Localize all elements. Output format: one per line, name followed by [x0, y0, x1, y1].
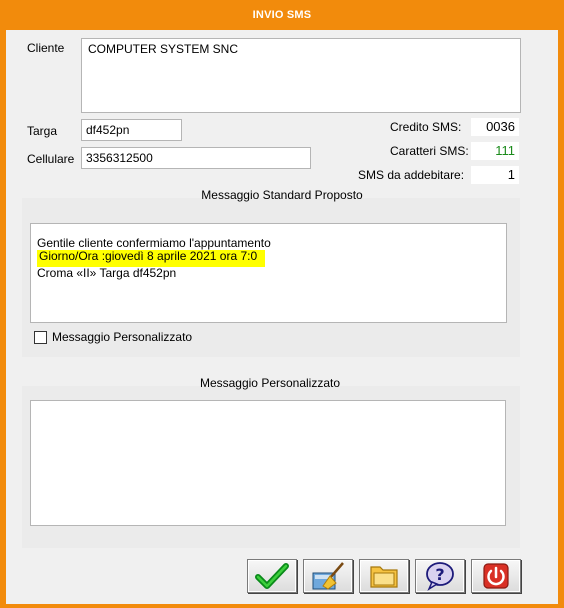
- cellulare-label: Cellulare: [27, 152, 75, 166]
- targa-field[interactable]: df452pn: [81, 119, 182, 141]
- help-button[interactable]: ?: [415, 559, 465, 593]
- addebitare-value: 1: [471, 166, 519, 184]
- targa-value: df452pn: [86, 123, 130, 137]
- svg-text:?: ?: [435, 565, 444, 584]
- confirm-button[interactable]: [247, 559, 297, 593]
- addebitare-label: SMS da addebitare:: [358, 168, 465, 182]
- custom-message-title: Messaggio Personalizzato: [199, 376, 341, 390]
- credito-label: Credito SMS:: [390, 120, 462, 134]
- check-icon: [255, 563, 289, 589]
- exit-button[interactable]: [471, 559, 521, 593]
- cliente-value: COMPUTER SYSTEM SNC: [88, 42, 239, 56]
- personalizzato-checkbox-label: Messaggio Personalizzato: [52, 330, 193, 344]
- caratteri-label: Caratteri SMS:: [390, 144, 469, 158]
- sms-window: INVIO SMS Cliente COMPUTER SYSTEM SNC Ta…: [0, 0, 564, 608]
- dialog-body: Cliente COMPUTER SYSTEM SNC Targa df452p…: [6, 30, 558, 604]
- standard-message-title: Messaggio Standard Proposto: [201, 188, 363, 202]
- help-bubble-icon: ?: [426, 562, 454, 591]
- folder-icon: [370, 566, 398, 588]
- credito-value: 0036: [471, 118, 519, 136]
- cellulare-field[interactable]: 3356312500: [81, 147, 311, 169]
- standard-message-box[interactable]: Gentile cliente confermiamo l'appuntamen…: [30, 223, 507, 323]
- broom-icon: [312, 562, 344, 590]
- standard-message-line2: Croma «II» Targa df452pn: [37, 266, 177, 280]
- folder-button[interactable]: [359, 559, 409, 593]
- power-icon: [483, 563, 509, 589]
- cellulare-value: 3356312500: [86, 151, 153, 165]
- cliente-label: Cliente: [27, 41, 65, 55]
- targa-label: Targa: [27, 124, 58, 138]
- caratteri-value: 111: [471, 142, 519, 160]
- standard-message-text: Gentile cliente confermiamo l'appuntamen…: [37, 236, 271, 250]
- window-title: INVIO SMS: [252, 9, 312, 21]
- clear-button[interactable]: [303, 559, 353, 593]
- personalizzato-checkbox[interactable]: [34, 331, 47, 344]
- custom-message-input[interactable]: [30, 400, 506, 526]
- cliente-field[interactable]: COMPUTER SYSTEM SNC: [81, 38, 521, 113]
- appointment-highlight: Giorno/Ora :giovedì 8 aprile 2021 ora 7:…: [37, 250, 266, 267]
